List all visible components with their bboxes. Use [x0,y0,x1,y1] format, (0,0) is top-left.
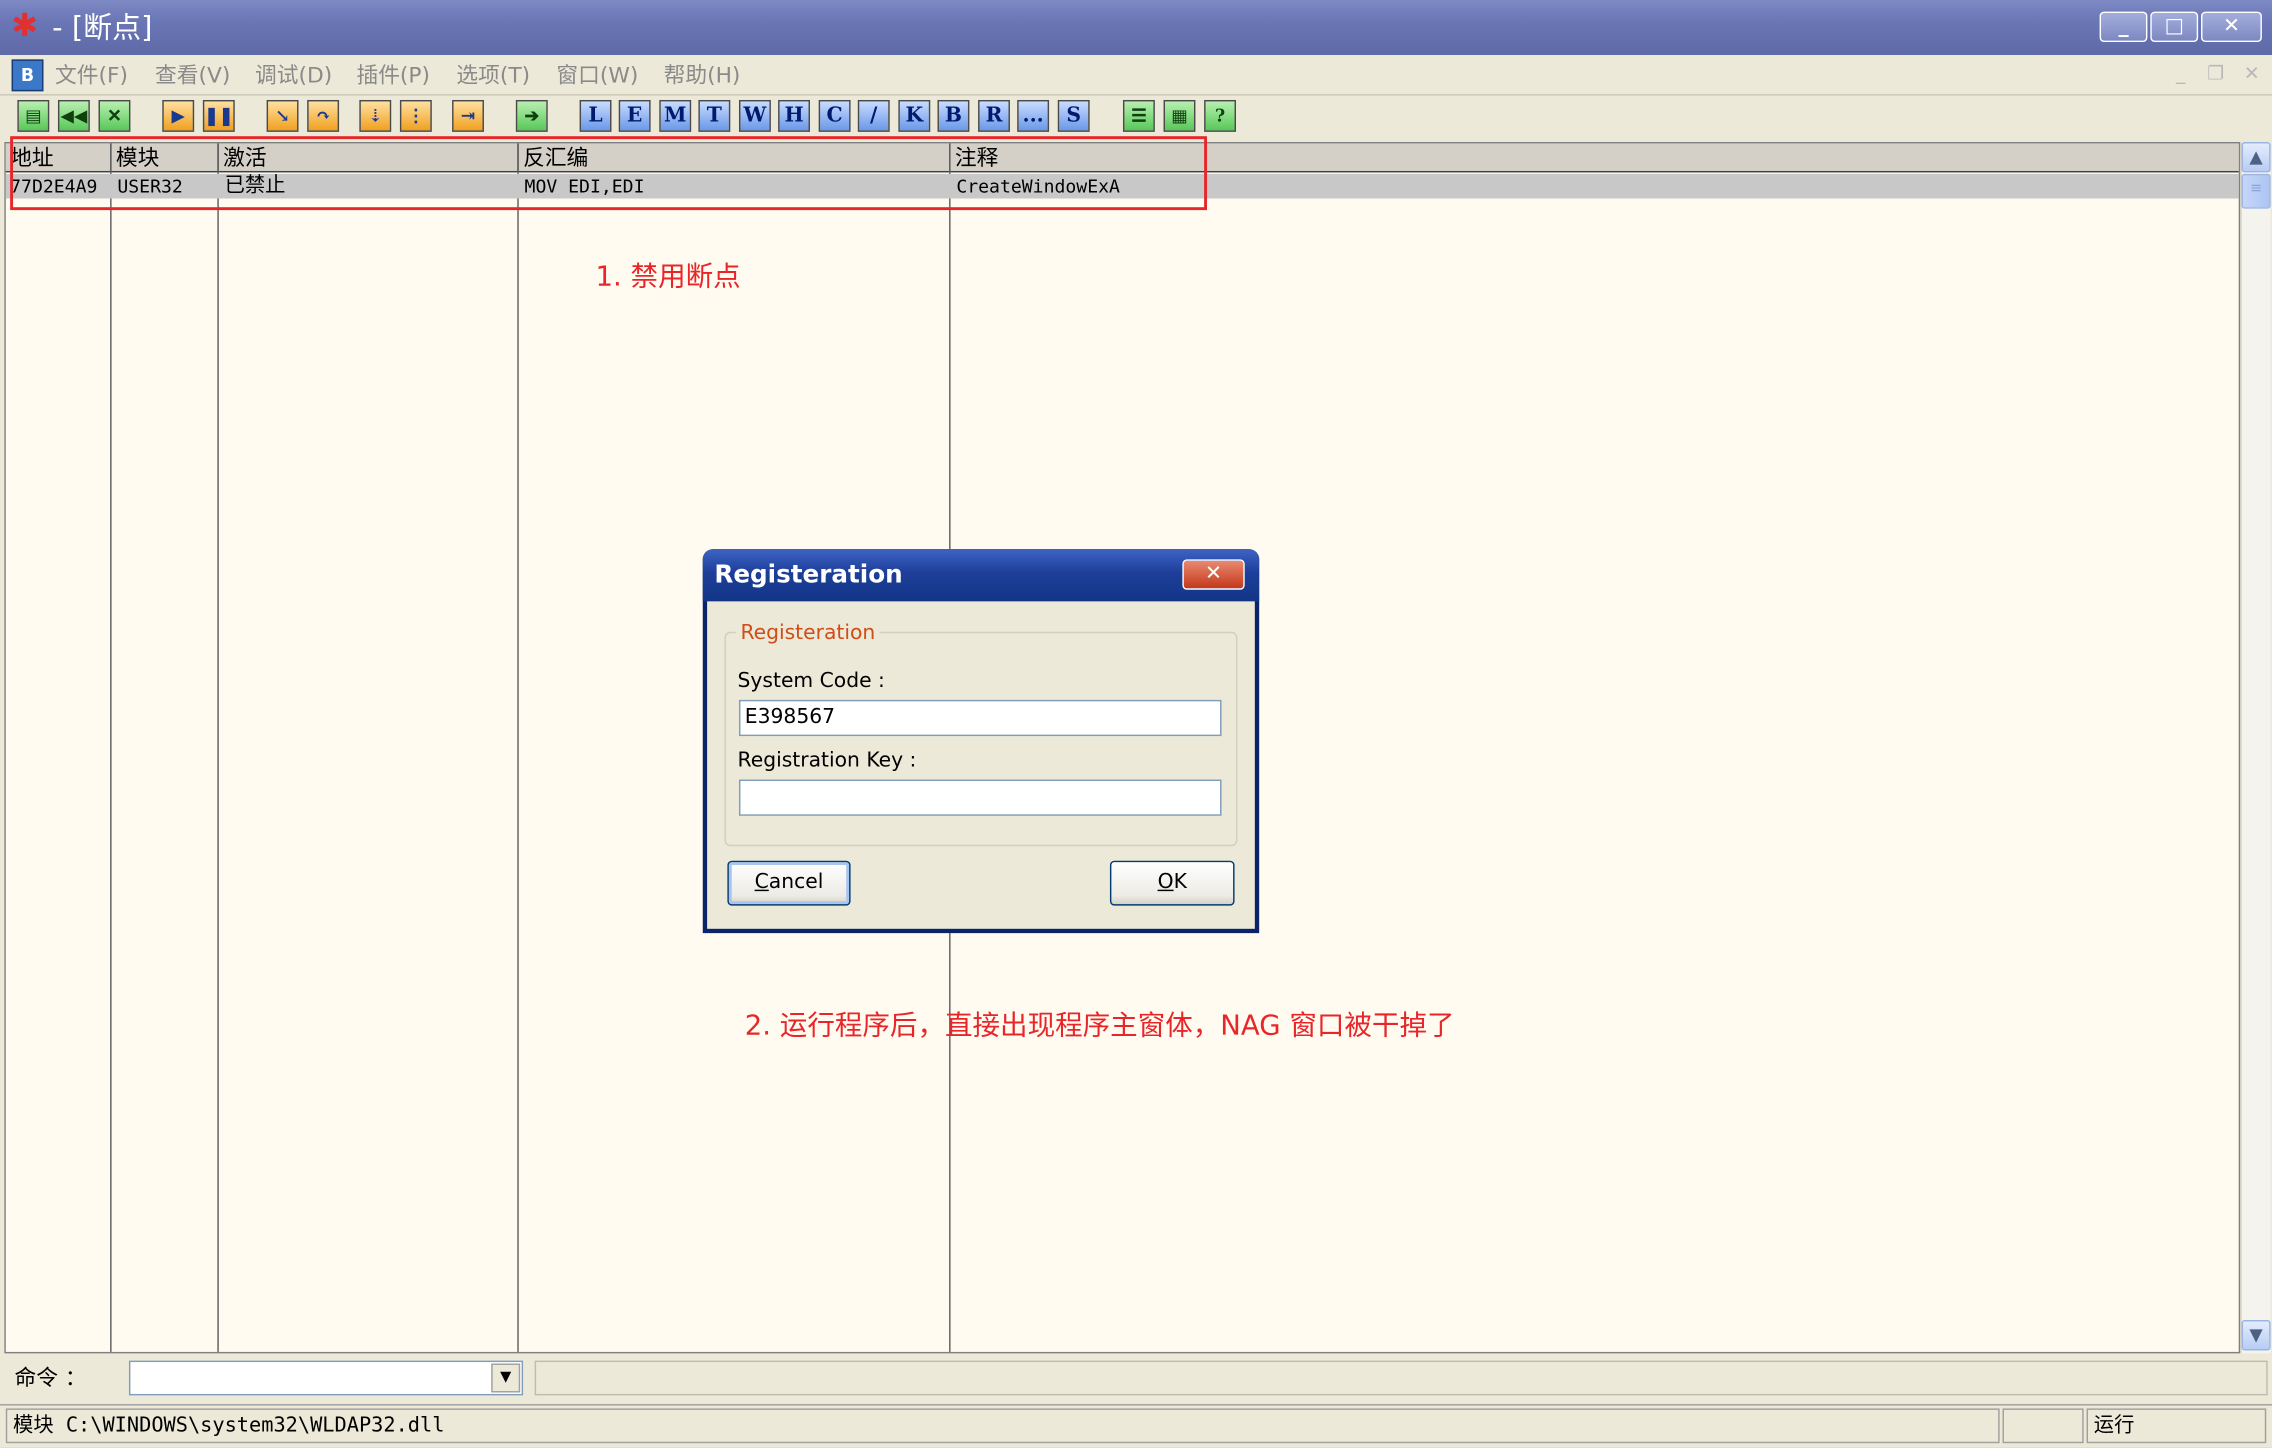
close-program-icon[interactable]: ✕ [98,99,131,132]
toolbar-executables-button[interactable]: E [618,99,651,132]
open-icon[interactable]: ▤ [17,99,50,132]
menu-help[interactable]: 帮助(H) [664,61,741,90]
dialog-title: Registeration [714,560,903,590]
dialog-title-bar[interactable]: Registeration ✕ [702,549,1260,602]
toolbar-log-button[interactable]: L [579,99,612,132]
chevron-down-icon[interactable]: ▼ [491,1363,521,1393]
dialog-close-button[interactable]: ✕ [1182,559,1245,590]
trace-into-icon[interactable]: ⇣ [359,99,392,132]
grid-view-icon[interactable]: ▦ [1163,99,1196,132]
registration-key-label: Registration Key : [737,749,917,773]
list-view-icon[interactable]: ☰ [1122,99,1155,132]
ok-label: K [1173,870,1187,895]
execute-till-return-icon[interactable]: ⇥ [452,99,484,132]
mdi-child-icon[interactable]: B [11,59,44,92]
toolbar-references-button[interactable]: R [978,99,1010,132]
ollydbg-bug-icon[interactable]: ✱ [7,9,42,45]
status-bar: 模块 C:\WINDOWS\system32\WLDAP32.dll 运行 [0,1404,2272,1448]
scroll-down-icon[interactable]: ▼ [2241,1320,2271,1351]
window-title: - [断点] [52,10,153,45]
mdi-minimize-icon[interactable]: _ [2169,64,2192,87]
system-code-label: System Code : [737,669,885,693]
registration-key-field[interactable] [738,779,1222,816]
status-module-path: 模块 C:\WINDOWS\system32\WLDAP32.dll [5,1408,2000,1444]
menu-window[interactable]: 窗口(W) [556,61,638,90]
menu-view[interactable]: 查看(V) [155,61,230,90]
toolbar: ▤ ◀◀ ✕ ▶ ❚❚ ↘ ↷ ⇣ ⋮ ⇥ ➔ L E M T W H C / … [0,95,2272,140]
step-into-icon[interactable]: ↘ [266,99,299,132]
trace-over-icon[interactable]: ⋮ [399,99,432,132]
menu-debug[interactable]: 调试(D) [255,61,332,90]
toolbar-breakpoints-button[interactable]: B [937,99,970,132]
toolbar-threads-button[interactable]: T [698,99,731,132]
annotation-step-2: 2. 运行程序后，直接出现程序主窗体，NAG 窗口被干掉了 [744,1009,1455,1042]
menu-plugins[interactable]: 插件(P) [356,61,430,90]
command-bar: 命令 ： ▼ [0,1354,2272,1405]
column-divider [110,143,112,1352]
goto-icon[interactable]: ➔ [515,99,548,132]
cancel-button[interactable]: Cancel [727,860,851,906]
menu-bar: B 文件(F) 查看(V) 调试(D) 插件(P) 选项(T) 窗口(W) 帮助… [0,55,2272,96]
toolbar-source-button[interactable]: S [1057,99,1090,132]
ok-button[interactable]: OK [1109,860,1235,906]
scroll-up-icon[interactable]: ▲ [2241,142,2271,173]
minimize-button[interactable]: _ [2099,11,2148,43]
mdi-restore-icon[interactable]: ❐ [2204,64,2227,87]
cancel-accel: C [754,870,769,895]
annotation-highlight-box [10,136,1208,211]
groupbox-label: Registeration [736,620,880,647]
annotation-step-1: 1. 禁用断点 [595,260,741,293]
run-icon[interactable]: ▶ [162,99,195,132]
menu-options[interactable]: 选项(T) [456,61,530,90]
app-window: ✱ - [断点] _ □ ✕ B 文件(F) 查看(V) 调试(D) 插件(P)… [0,0,2272,1448]
close-icon: ✕ [1205,562,1223,586]
scroll-thumb[interactable]: ≡ [2241,173,2271,209]
toolbar-handles-button[interactable]: H [778,99,810,132]
registration-dialog: Registeration ✕ Registeration System Cod… [702,549,1260,934]
pause-icon[interactable]: ❚❚ [202,99,235,132]
status-empty-pane [2002,1408,2084,1444]
restart-icon[interactable]: ◀◀ [57,99,90,132]
column-divider [217,143,219,1352]
step-over-icon[interactable]: ↷ [307,99,340,132]
cancel-label: ancel [768,870,824,895]
maximize-button[interactable]: □ [2150,11,2199,43]
menu-file[interactable]: 文件(F) [55,61,128,90]
column-divider [517,143,519,1352]
toolbar-run-trace-button[interactable]: ... [1017,99,1050,132]
title-bar: ✱ - [断点] _ □ ✕ [0,0,2272,56]
ok-accel: O [1157,870,1174,895]
vertical-scrollbar[interactable]: ▲ ≡ ▼ [2240,142,2271,1354]
dialog-body: Registeration System Code : E398567 Regi… [707,601,1255,929]
toolbar-cpu-button[interactable]: C [818,99,851,132]
command-output [534,1360,2268,1396]
command-input[interactable]: ▼ [128,1360,524,1396]
system-code-field[interactable]: E398567 [738,699,1222,737]
mdi-close-icon[interactable]: ✕ [2240,64,2263,87]
toolbar-callstack-button[interactable]: K [898,99,931,132]
help-icon[interactable]: ? [1204,99,1236,132]
toolbar-patches-button[interactable]: / [857,99,890,132]
close-button[interactable]: ✕ [2201,11,2262,43]
status-state: 运行 [2086,1408,2267,1444]
toolbar-windows-button[interactable]: W [738,99,771,132]
command-label: 命令 ： [14,1364,87,1392]
toolbar-memory-button[interactable]: M [659,99,692,132]
